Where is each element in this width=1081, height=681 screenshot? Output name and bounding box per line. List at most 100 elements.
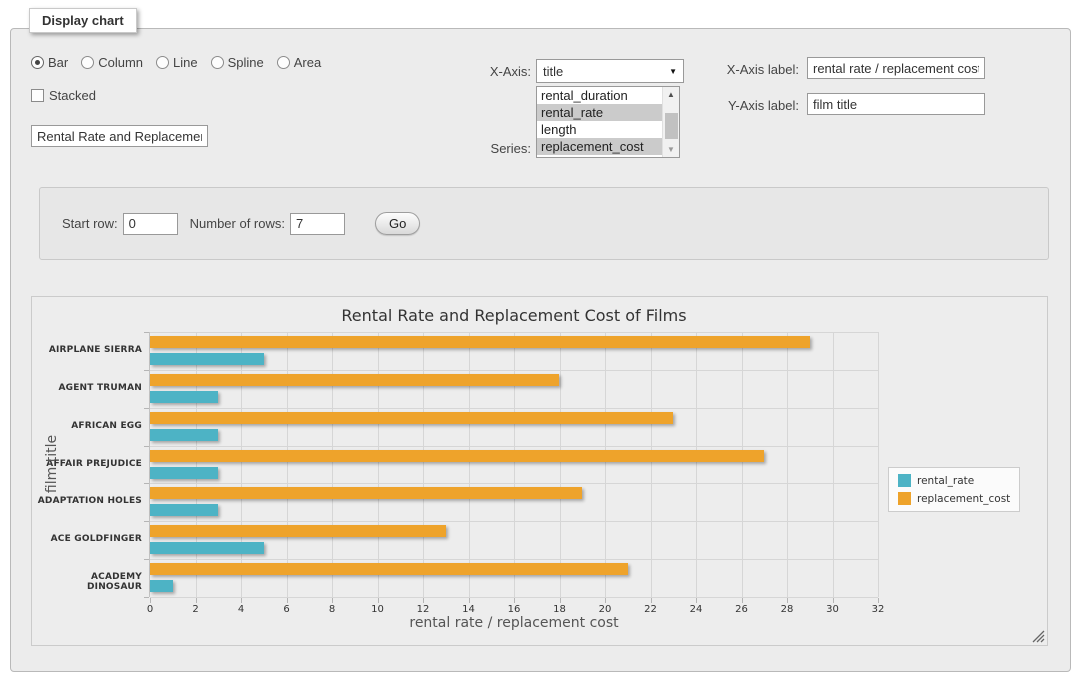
num-rows-input[interactable] [290,213,345,235]
chart-y-axis-title: film title [44,435,60,493]
x-axis-tick [878,598,879,603]
radio-dot [215,60,220,65]
bar-rental_rate[interactable] [150,429,218,441]
x-tick-label: 0 [147,604,153,615]
x-tick-label: 2 [192,604,198,615]
resize-handle-icon[interactable] [1032,630,1045,643]
start-row-label: Start row: [62,216,118,231]
x-axis-tick [287,598,288,603]
chart-plot-area: 02468101214161820222426283032AIRPLANE SI… [150,332,878,597]
radio-dot [160,60,165,65]
radio-label: Bar [48,55,68,70]
stacked-checkbox-row[interactable]: Stacked [31,88,96,103]
x-axis-tick [241,598,242,603]
bar-rental_rate[interactable] [150,467,218,479]
x-axis-tick [332,598,333,603]
page: Display chart Bar Column Line Spline Area St… [0,0,1081,681]
bar-rental_rate[interactable] [150,542,264,554]
x-axis-label-label: X-Axis label: [647,62,799,77]
x-axis-tick [605,598,606,603]
start-row-input[interactable] [123,213,178,235]
display-chart-fieldset: Display chart BarColumnLineSplineArea St… [10,28,1071,672]
x-tick-label: 4 [238,604,244,615]
radio-bar[interactable]: Bar [31,55,68,70]
x-tick-label: 24 [690,604,703,615]
category-label: AGENT TRUMAN [37,383,142,393]
chart-title-input[interactable] [31,125,208,147]
category-label: ADAPTATION HOLES [37,496,142,506]
y-axis-tick [144,597,149,598]
bar-rental_rate[interactable] [150,391,218,403]
radio-button-spline[interactable] [211,56,224,69]
x-axis-tick [378,598,379,603]
bar-replacement_cost[interactable] [150,336,810,348]
bar-rental_rate[interactable] [150,580,173,592]
radio-column[interactable]: Column [81,55,143,70]
x-tick-label: 10 [371,604,384,615]
radio-button-line[interactable] [156,56,169,69]
x-tick-label: 14 [462,604,475,615]
category-band [150,446,878,484]
legend-item-replacement_cost[interactable]: replacement_cost [898,492,1010,505]
bar-replacement_cost[interactable] [150,525,446,537]
radio-button-area[interactable] [277,56,290,69]
stacked-checkbox[interactable] [31,89,44,102]
bar-replacement_cost[interactable] [150,450,764,462]
x-axis-label-input[interactable] [807,57,985,79]
radio-button-column[interactable] [81,56,94,69]
x-axis-tick [469,598,470,603]
series-option-rental_duration[interactable]: rental_duration [537,87,662,104]
category-label: AFRICAN EGG [37,421,142,431]
bar-replacement_cost[interactable] [150,412,673,424]
x-axis-tick [742,598,743,603]
radio-button-bar[interactable] [31,56,44,69]
bar-rental_rate[interactable] [150,353,264,365]
series-option-replacement_cost[interactable]: replacement_cost [537,138,662,155]
bar-replacement_cost[interactable] [150,487,582,499]
row-range-panel: Start row: Number of rows: Go [39,187,1049,260]
x-tick-label: 12 [417,604,430,615]
category-band [150,559,878,597]
fieldset-legend: Display chart [29,8,137,33]
bar-replacement_cost[interactable] [150,563,628,575]
x-axis-tick [560,598,561,603]
x-axis-tick [787,598,788,603]
x-tick-label: 8 [329,604,335,615]
stacked-label: Stacked [49,88,96,103]
radio-area[interactable]: Area [277,55,321,70]
category-band [150,370,878,408]
category-label: ACADEMY DINOSAUR [37,572,142,592]
x-axis-tick [514,598,515,603]
chart-container: Rental Rate and Replacement Cost of Film… [31,296,1048,646]
radio-label: Spline [228,55,264,70]
go-button[interactable]: Go [375,212,420,235]
series-option-length[interactable]: length [537,121,662,138]
chart-title: Rental Rate and Replacement Cost of Film… [150,306,878,325]
radio-line[interactable]: Line [156,55,198,70]
legend-label: rental_rate [917,475,974,487]
gridline [878,332,879,597]
radio-dot [35,60,40,65]
x-axis-tick [833,598,834,603]
scroll-down-icon[interactable]: ▼ [663,142,680,157]
radio-label: Area [294,55,321,70]
scrollbar-thumb[interactable] [665,113,678,139]
category-band [150,408,878,446]
x-tick-label: 6 [283,604,289,615]
series-listbox[interactable]: rental_durationrental_ratelengthreplacem… [536,86,680,158]
chart-x-axis-title: rental rate / replacement cost [150,615,878,631]
y-axis-label-input[interactable] [807,93,985,115]
num-rows-label: Number of rows: [190,216,285,231]
bar-rental_rate[interactable] [150,504,218,516]
series-option-rental_rate[interactable]: rental_rate [537,104,662,121]
x-tick-label: 28 [781,604,794,615]
x-tick-label: 32 [872,604,885,615]
chart-legend: rental_rate replacement_cost [888,467,1020,512]
bar-replacement_cost[interactable] [150,374,559,386]
radio-spline[interactable]: Spline [211,55,264,70]
radio-label: Column [98,55,143,70]
legend-label: replacement_cost [917,493,1010,505]
legend-item-rental_rate[interactable]: rental_rate [898,474,1010,487]
x-tick-label: 30 [826,604,839,615]
x-tick-label: 26 [735,604,748,615]
